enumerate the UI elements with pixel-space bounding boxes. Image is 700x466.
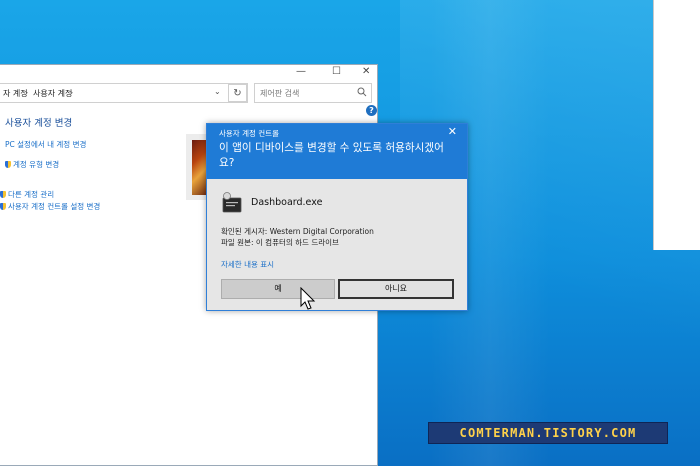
mouse-cursor-icon: [300, 287, 316, 310]
publisher-text: 확인된 게시자: Western Digital Corporation: [221, 227, 374, 236]
uac-question: 이 앱이 디바이스를 변경할 수 있도록 허용하시겠어요?: [219, 142, 444, 169]
help-icon[interactable]: ?: [366, 105, 377, 116]
watermark: COMTERMAN.TISTORY.COM: [428, 422, 668, 444]
search-placeholder: 제어판 검색: [260, 89, 300, 98]
app-icon: [222, 192, 242, 213]
uac-dialog: 사용자 계정 컨트롤 ✕ 이 앱이 디바이스를 변경할 수 있도록 허용하시겠어…: [206, 123, 468, 311]
shield-icon: [0, 191, 6, 198]
shield-icon: [0, 203, 6, 210]
background-window-edge: [653, 0, 700, 250]
title-bar: — ☐ ✕: [0, 65, 377, 79]
link-change-account-type[interactable]: 계정 유형 변경: [5, 159, 59, 170]
account-avatar: [186, 134, 208, 200]
minimize-button[interactable]: —: [296, 66, 306, 77]
breadcrumb-item[interactable]: 자 계정: [3, 88, 28, 99]
close-icon[interactable]: ✕: [448, 125, 457, 138]
shield-icon: [5, 161, 11, 168]
yes-button[interactable]: 예: [221, 279, 335, 299]
page-title: 사용자 계정 변경: [5, 118, 73, 129]
refresh-icon[interactable]: ↻: [228, 84, 247, 102]
link-change-account-in-pc-settings[interactable]: PC 설정에서 내 계정 변경: [5, 139, 86, 150]
chevron-down-icon[interactable]: ⌄: [214, 87, 221, 96]
uac-title: 사용자 계정 컨트롤: [219, 129, 279, 138]
maximize-button[interactable]: ☐: [332, 66, 341, 77]
breadcrumb-item[interactable]: 사용자 계정: [33, 88, 72, 99]
file-origin-text: 파일 원본: 이 컴퓨터의 하드 드라이브: [221, 238, 339, 247]
app-name: Dashboard.exe: [251, 197, 323, 208]
no-button[interactable]: 아니요: [338, 279, 454, 299]
search-icon: [357, 87, 367, 97]
breadcrumb-separator: ›: [70, 88, 74, 97]
uac-header: 사용자 계정 컨트롤 ✕ 이 앱이 디바이스를 변경할 수 있도록 허용하시겠어…: [207, 124, 467, 179]
show-details-link[interactable]: 자세한 내용 표시: [221, 259, 274, 270]
address-bar[interactable]: 자 계정 › 사용자 계정 › ⌄: [0, 83, 248, 103]
close-button[interactable]: ✕: [362, 66, 370, 77]
search-input[interactable]: 제어판 검색: [254, 83, 372, 103]
link-manage-another-account[interactable]: 다른 계정 관리: [0, 189, 54, 200]
breadcrumb-separator: ›: [25, 88, 29, 97]
link-change-uac-settings[interactable]: 사용자 계정 컨트롤 설정 변경: [0, 201, 100, 212]
